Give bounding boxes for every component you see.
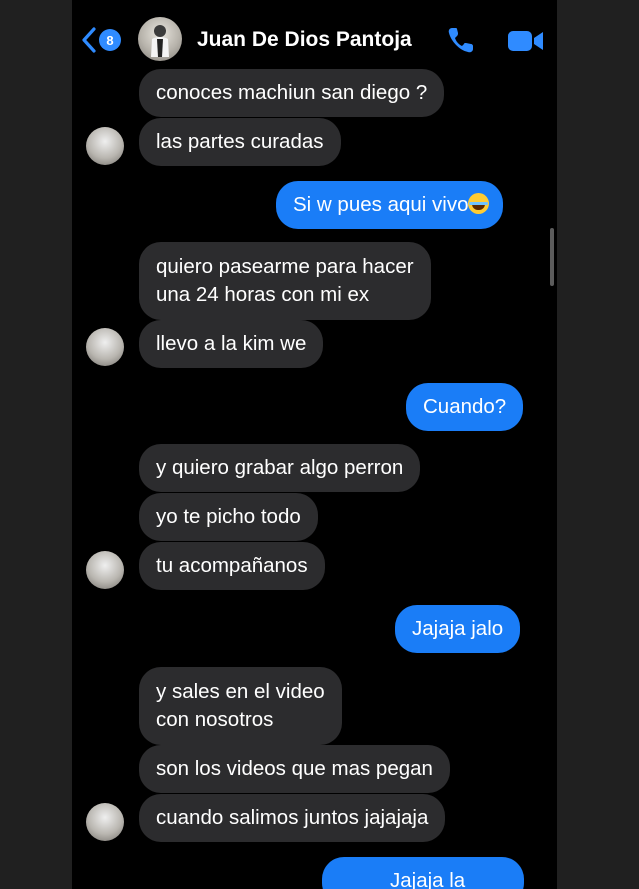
right-border [557, 0, 639, 889]
message-text: y quiero grabar algo perron [156, 456, 404, 479]
message-text: Jajaja jalo [412, 617, 504, 640]
message-text: cuando salimos juntos jajajaja [156, 806, 429, 829]
message-text: son los videos que mas pegan [156, 757, 433, 780]
outgoing-message[interactable]: Si w pues aqui vivo [276, 181, 504, 229]
message-text-line: quiero pasearme para hacer [156, 255, 414, 278]
outgoing-message[interactable]: Jajaja jalo [395, 605, 521, 653]
message-text-line: con nosotros [156, 708, 274, 731]
phone-icon[interactable] [445, 24, 477, 56]
message-text-line: y sales en el video [156, 680, 325, 703]
incoming-message[interactable]: conoces machiun san diego ? [139, 69, 445, 117]
message-text: Jajaja la [390, 869, 466, 889]
message-text: Si w pues aqui vivo [293, 193, 469, 216]
laughing-tears-emoji [468, 193, 490, 214]
incoming-message[interactable]: llevo a la kim we [139, 320, 324, 368]
back-button[interactable]: 8 [81, 25, 129, 55]
message-text: conoces machiun san diego ? [156, 81, 428, 104]
left-border [0, 0, 72, 889]
sender-avatar[interactable] [86, 803, 124, 841]
scrollbar[interactable] [550, 228, 554, 286]
incoming-message[interactable]: quiero pasearme para hacer una 24 horas … [139, 242, 431, 320]
message-text: Cuando? [423, 395, 507, 418]
outgoing-message[interactable]: Cuando? [406, 383, 524, 431]
incoming-message[interactable]: yo te picho todo [139, 493, 318, 541]
incoming-message[interactable]: tu acompañanos [139, 542, 325, 590]
chat-screen: 8 Juan De Dios Pantoja conoces machiun s… [72, 0, 557, 889]
sender-avatar[interactable] [86, 127, 124, 165]
incoming-message[interactable]: y sales en el video con nosotros [139, 667, 342, 745]
contact-avatar[interactable] [138, 17, 182, 61]
person-silhouette-icon [151, 25, 169, 57]
outgoing-message[interactable]: Jajaja la [322, 857, 524, 889]
message-text-line: una 24 horas con mi ex [156, 283, 370, 306]
chevron-left-icon [82, 27, 96, 53]
video-camera-icon[interactable] [507, 28, 545, 54]
sender-avatar[interactable] [86, 551, 124, 589]
incoming-message[interactable]: y quiero grabar algo perron [139, 444, 421, 492]
incoming-message[interactable]: cuando salimos juntos jajajaja [139, 794, 446, 842]
message-text: llevo a la kim we [156, 332, 307, 355]
unread-count-badge: 8 [99, 29, 121, 51]
message-text: las partes curadas [156, 130, 324, 153]
incoming-message[interactable]: las partes curadas [139, 118, 341, 166]
message-text: yo te picho todo [156, 505, 301, 528]
sender-avatar[interactable] [86, 328, 124, 366]
message-text: tu acompañanos [156, 554, 308, 577]
chat-header: 8 Juan De Dios Pantoja [72, 0, 557, 70]
incoming-message[interactable]: son los videos que mas pegan [139, 745, 450, 793]
contact-name[interactable]: Juan De Dios Pantoja [197, 28, 412, 52]
